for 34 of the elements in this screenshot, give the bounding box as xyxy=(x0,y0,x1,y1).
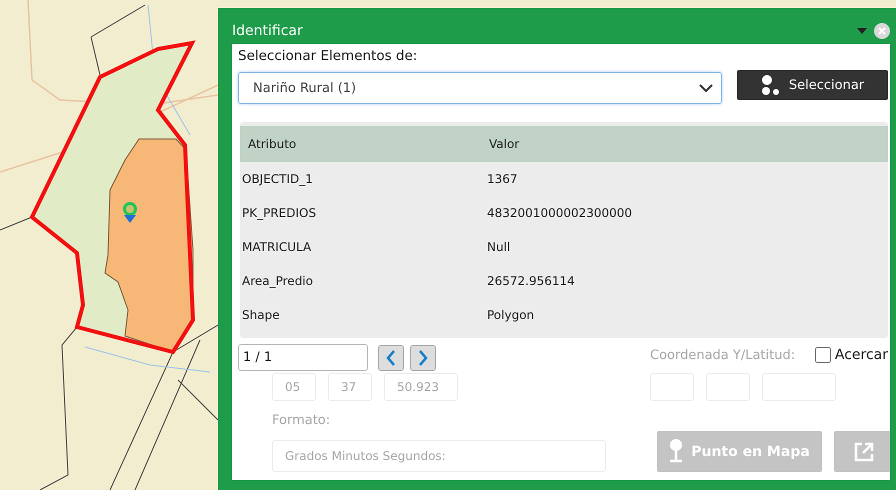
table-cell-text: MATRICULA xyxy=(241,240,312,254)
table-cell-text: PK_PREDIOS xyxy=(241,206,316,220)
column-header: Atributo xyxy=(247,137,296,151)
next-button[interactable] xyxy=(410,344,436,370)
external-link-icon xyxy=(853,440,875,462)
window-title: Identificar xyxy=(232,22,303,39)
table-cell-text: Null xyxy=(486,240,510,254)
select-label: Seleccionar Elementos de: xyxy=(238,48,418,64)
field-label: Coordenada Y/Latitud: xyxy=(650,348,796,363)
select-button[interactable]: Seleccionar xyxy=(737,70,888,100)
column-header: Valor xyxy=(488,137,520,151)
table-cell-text: 1367 xyxy=(486,172,518,186)
pin-icon xyxy=(669,438,684,464)
field-label: Formato: xyxy=(272,413,332,428)
table-cell-text: Area_Predio xyxy=(241,274,313,288)
dots-icon xyxy=(760,75,779,95)
checkbox-label: Acercar xyxy=(834,346,888,362)
previous-button[interactable] xyxy=(378,344,404,370)
input-field: 37 xyxy=(328,373,372,401)
layer-dropdown[interactable]: Nariño Rural (1) xyxy=(238,72,722,104)
chevron-down-icon xyxy=(699,84,713,92)
zoom-checkbox[interactable] xyxy=(814,346,831,362)
input-field: 50.923 xyxy=(384,373,458,401)
table-cell-text: OBJECTID_1 xyxy=(241,172,313,186)
close-icon[interactable] xyxy=(874,23,890,39)
table-cell-text: Polygon xyxy=(486,308,534,322)
table-cell-text: 26572.956114 xyxy=(486,274,575,288)
chevron-right-icon xyxy=(418,350,428,366)
input-field: 05 xyxy=(272,373,316,401)
table-cell-text: 4832001000002300000 xyxy=(486,206,632,220)
collapse-icon[interactable] xyxy=(857,28,867,34)
page-field[interactable]: 1 / 1 xyxy=(238,344,368,371)
chevron-left-icon xyxy=(386,350,396,366)
table-cell-text: Shape xyxy=(241,308,280,322)
